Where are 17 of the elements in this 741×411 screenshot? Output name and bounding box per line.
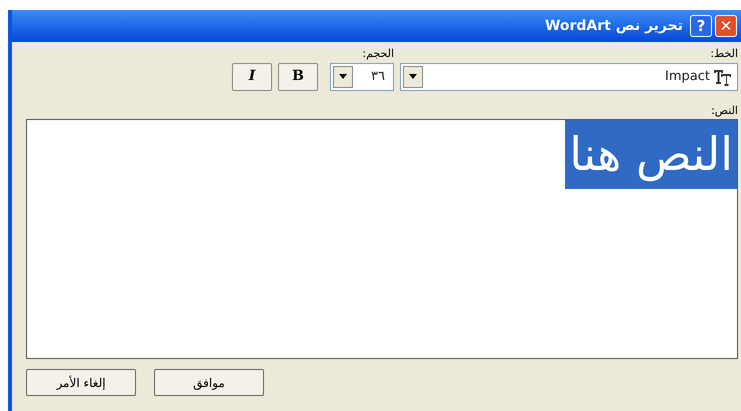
window-title: تحرير نص WordArt (544, 16, 683, 36)
font-combo[interactable]: Impact (400, 62, 738, 90)
cancel-button[interactable]: إلغاء الأمر (26, 369, 136, 396)
size-combo[interactable]: ٣٦ (330, 62, 394, 90)
italic-button[interactable]: I (232, 62, 272, 90)
text-label: النص: (710, 102, 738, 119)
text-area[interactable]: النص هنا (26, 119, 738, 359)
font-label: الخط: (709, 46, 738, 62)
close-button[interactable]: ✕ (715, 15, 737, 37)
help-button[interactable]: ? (690, 15, 712, 37)
truetype-icon (713, 68, 733, 86)
font-value: Impact (665, 68, 710, 86)
size-value: ٣٦ (371, 68, 385, 86)
ok-button[interactable]: موافق (154, 369, 264, 396)
bold-button[interactable]: B (278, 62, 318, 90)
text-value: النص هنا (565, 120, 737, 189)
size-label: الحجم: (361, 46, 394, 62)
